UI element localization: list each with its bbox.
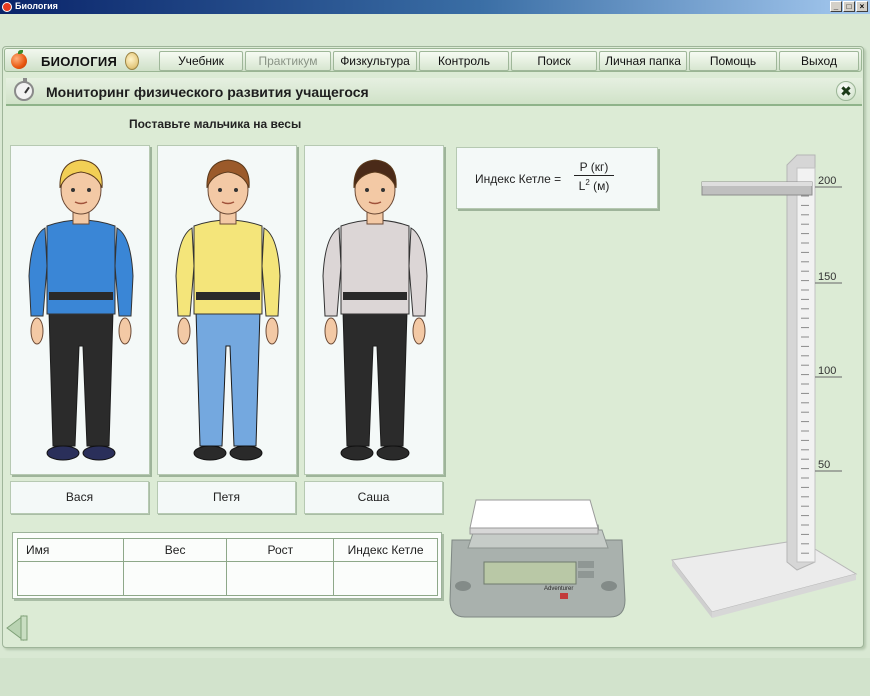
formula-numerator: P (кг) (574, 160, 614, 176)
section-title: Мониторинг физического развития учащегос… (46, 84, 369, 100)
maximize-icon[interactable]: □ (843, 1, 855, 12)
instruction-text: Поставьте мальчика на весы (129, 117, 302, 131)
boy-card-vasya[interactable] (10, 145, 150, 475)
boy-shoe-left (46, 445, 80, 461)
boy-eye-right (234, 188, 238, 192)
boy-shoe-right (82, 445, 116, 461)
boy-belt (49, 292, 113, 300)
app-icon (2, 2, 12, 12)
boy-hand-right (412, 317, 426, 345)
name-button-vasya[interactable]: Вася (10, 481, 149, 514)
formula-denominator: L2 (м) (574, 176, 614, 193)
boy-sleeve-left (28, 227, 48, 317)
boy-figure[interactable] (11, 146, 151, 476)
menu-control-button[interactable]: Контроль (419, 51, 509, 71)
section-header: Мониторинг физического развития учащегос… (6, 78, 862, 106)
menu-exit-button[interactable]: Выход (779, 51, 859, 71)
name-button-petya[interactable]: Петя (157, 481, 296, 514)
cell-quetelet (333, 561, 438, 596)
quetelet-formula-box: Индекс Кетле = P (кг) L2 (м) (456, 147, 658, 209)
menu-personal-folder-button[interactable]: Личная папка (599, 51, 687, 71)
table-header-row: Имя Вес Рост Индекс Кетле (17, 538, 438, 562)
close-window-icon[interactable]: × (856, 1, 868, 12)
header-quetelet: Индекс Кетле (333, 538, 438, 562)
menu-practicum-button[interactable]: Практикум (245, 51, 331, 71)
apple-icon (11, 50, 27, 69)
brand: БИОЛОГИЯ (11, 50, 140, 71)
boy-eye-left (71, 188, 75, 192)
close-section-button[interactable]: ✖ (836, 81, 856, 101)
menu-bar: БИОЛОГИЯ Учебник Практикум Физкультура К… (4, 48, 862, 72)
header-height: Рост (226, 538, 335, 562)
boy-pants (195, 310, 261, 447)
boy-belt (196, 292, 260, 300)
stopwatch-icon (14, 78, 34, 101)
boy-shoe-left (193, 445, 227, 461)
boy-belt (343, 292, 407, 300)
boy-pants (48, 310, 114, 447)
menu-search-button[interactable]: Поиск (511, 51, 597, 71)
formula-label: Индекс Кетле = (475, 172, 562, 186)
table-row (17, 561, 438, 596)
boy-figure[interactable] (305, 146, 445, 476)
boy-card-petya[interactable] (157, 145, 297, 475)
window-title: Биология (15, 1, 58, 11)
boy-eye-right (87, 188, 91, 192)
boy-hand-right (118, 317, 132, 345)
results-table-frame: Имя Вес Рост Индекс Кетле (12, 532, 442, 599)
boy-hand-left (177, 317, 191, 345)
boy-pants (342, 310, 408, 447)
menu-fizkultura-button[interactable]: Физкультура (333, 51, 417, 71)
cell-name (17, 561, 124, 596)
formula-fraction: P (кг) L2 (м) (574, 160, 614, 193)
formula-den-unit: (м) (589, 179, 610, 193)
boy-sleeve-left (175, 227, 195, 317)
boy-shoe-left (340, 445, 374, 461)
menu-help-button[interactable]: Помощь (689, 51, 777, 71)
results-table: Имя Вес Рост Индекс Кетле (17, 538, 438, 596)
boy-shoe-right (376, 445, 410, 461)
boy-eye-right (381, 188, 385, 192)
header-name: Имя (17, 538, 124, 562)
window-controls: _ □ × (830, 1, 868, 12)
boy-sleeve-right (261, 227, 281, 317)
footer-bar (0, 658, 870, 696)
boy-figure[interactable] (158, 146, 298, 476)
menu-textbook-button[interactable]: Учебник (159, 51, 243, 71)
back-arrow-icon[interactable] (5, 614, 29, 642)
brand-title: БИОЛОГИЯ (41, 53, 118, 69)
boy-hand-left (324, 317, 338, 345)
cell-weight (122, 561, 228, 596)
window-title-bar: Биология _ □ × (0, 0, 870, 14)
boy-hand-right (265, 317, 279, 345)
minimize-icon[interactable]: _ (830, 1, 842, 12)
boy-eye-left (365, 188, 369, 192)
header-weight: Вес (122, 538, 228, 562)
boy-sleeve-right (114, 227, 134, 317)
boy-hand-left (30, 317, 44, 345)
boy-sleeve-left (322, 227, 342, 317)
name-button-sasha[interactable]: Саша (304, 481, 443, 514)
seed-icon (125, 52, 140, 70)
cell-height (226, 561, 335, 596)
boy-card-sasha[interactable] (304, 145, 444, 475)
boy-shoe-right (229, 445, 263, 461)
boy-eye-left (218, 188, 222, 192)
boy-sleeve-right (408, 227, 428, 317)
